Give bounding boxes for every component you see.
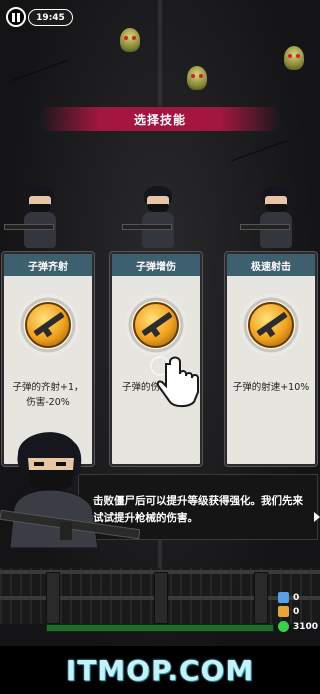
hero-character [4,186,70,250]
card-description: 子弹的射速+10% [232,382,310,393]
hero-portrait [0,432,140,548]
hero-character [240,186,306,250]
pause-button[interactable] [6,7,26,27]
tutorial-hand-icon [150,356,199,408]
site-watermark: ITMOP.COM [0,646,320,694]
zombie-enemy [284,46,304,70]
card-title: 子弹增伤 [112,254,200,276]
select-skill-banner: 选择技能 [40,107,280,131]
card-description: 子弹的齐射+1，伤害-20% [12,382,84,408]
rifle-icon [133,302,179,348]
hero-character [122,186,188,250]
road-marking [158,540,162,570]
health-stat: 3100 [278,621,318,632]
pause-icon [12,12,15,22]
shield-icon [278,592,289,603]
shield-stat: 0 [278,592,299,603]
zombie-enemy [120,28,140,52]
armor-stat: 0 [278,606,299,617]
card-title: 子弹齐射 [4,254,92,276]
road-marking [158,0,162,110]
rifle-icon [25,302,71,348]
zombie-enemy [187,66,207,90]
heart-icon [278,621,289,632]
card-title: 极速射击 [227,254,315,276]
base-health-bar [46,624,274,632]
timer: 19:45 [28,9,73,26]
armor-icon [278,606,289,617]
skill-card-rapid-fire[interactable]: 极速射击 子弹的射速+10% [225,252,317,466]
rifle-icon [248,302,294,348]
